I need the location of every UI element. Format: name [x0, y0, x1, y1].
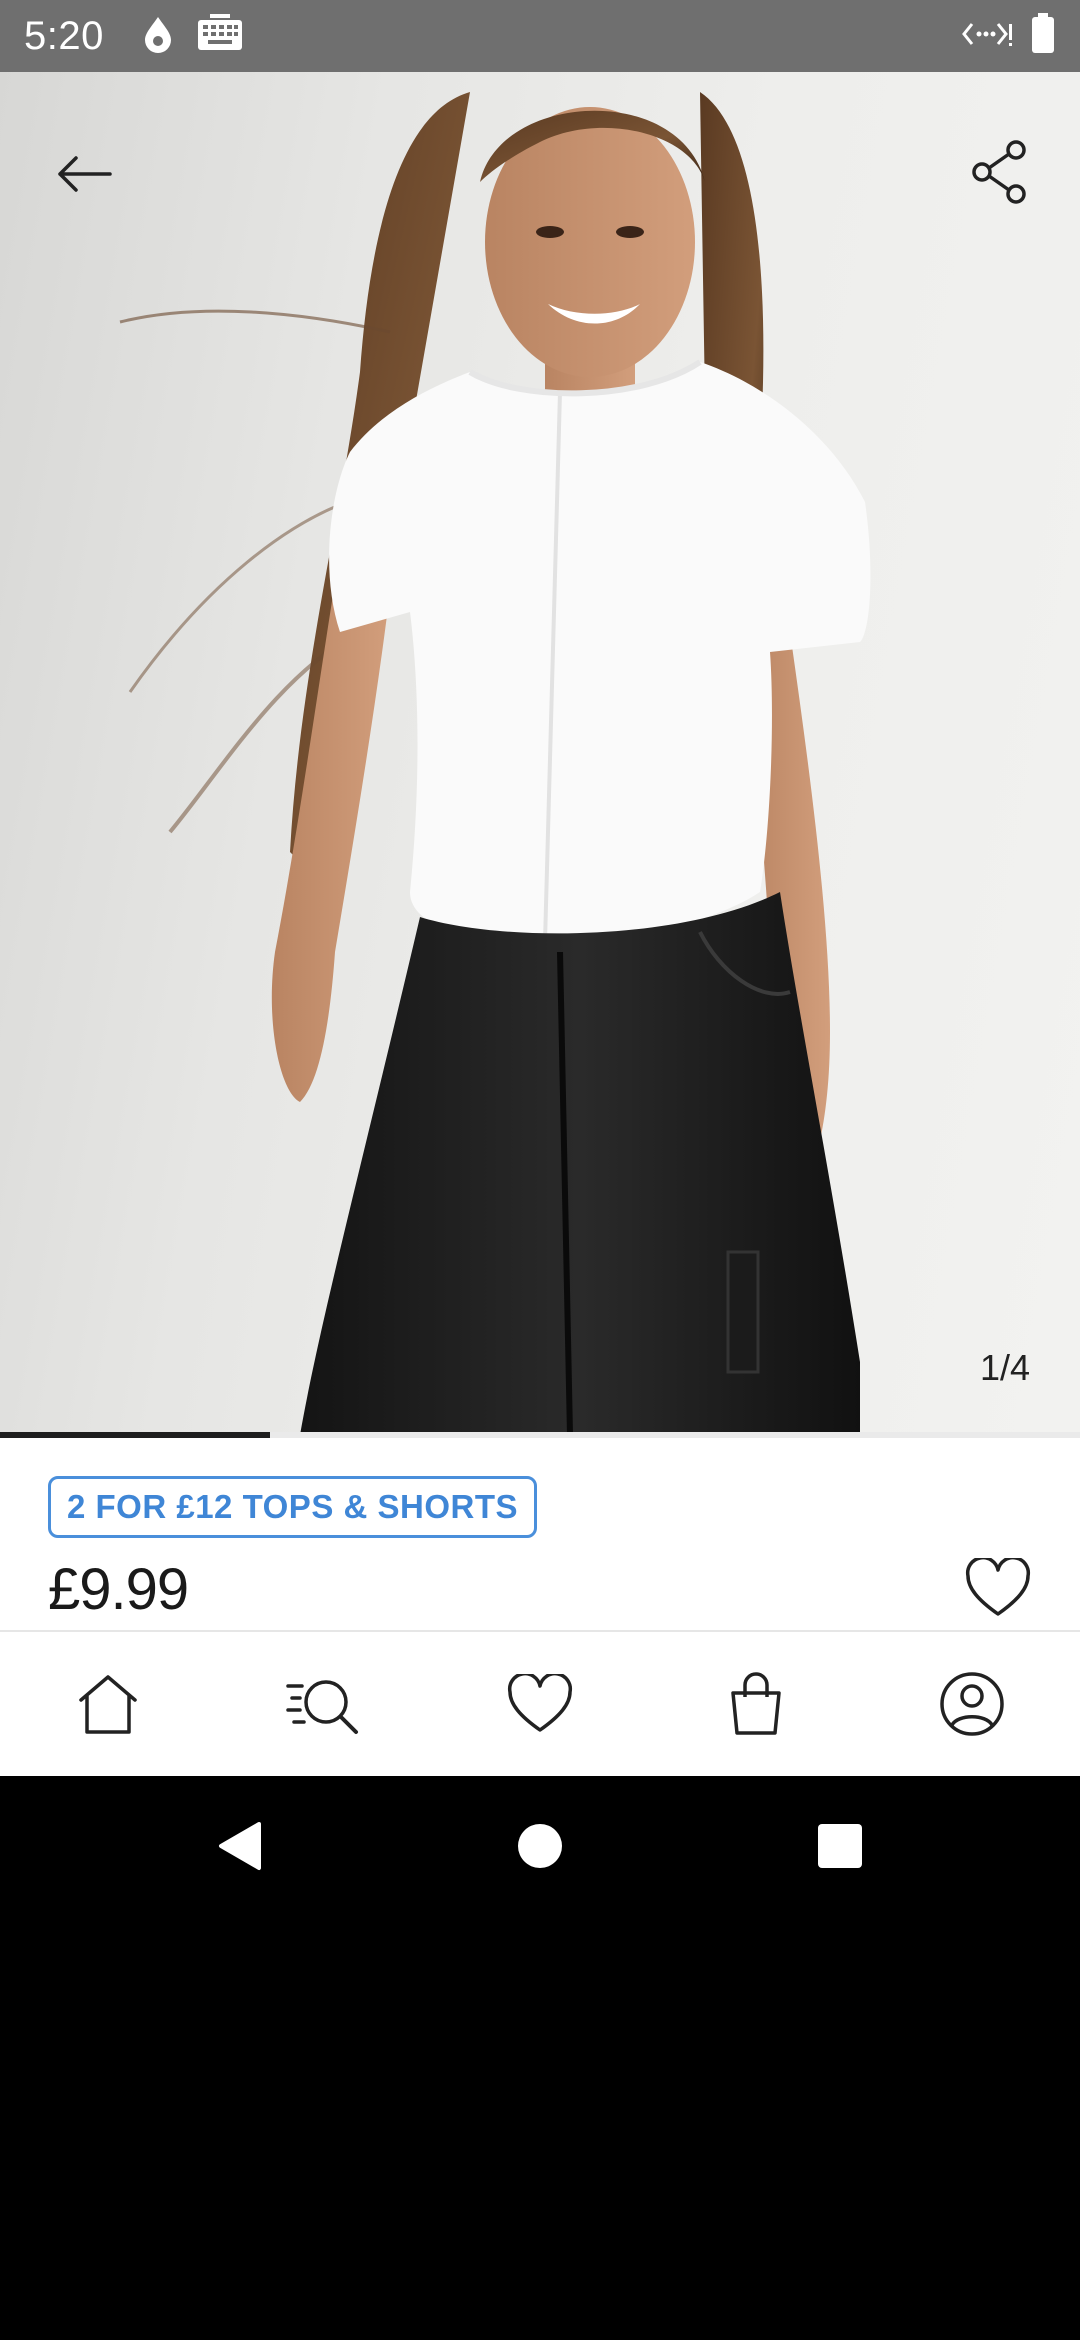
share-icon	[972, 140, 1026, 204]
promo-badge[interactable]: 2 FOR £12 TOPS & SHORTS	[48, 1476, 538, 1538]
status-bar: 5:20	[0, 0, 1080, 72]
status-left-icons	[140, 13, 244, 59]
wishlist-button[interactable]	[958, 1548, 1038, 1628]
search-icon	[286, 1680, 358, 1734]
nav-bag[interactable]	[696, 1644, 816, 1764]
product-price: £9.99	[48, 1557, 189, 1622]
keyboard-icon	[196, 13, 244, 59]
nav-wishlist[interactable]	[480, 1644, 600, 1764]
image-counter: 1/4	[979, 1347, 1030, 1388]
arrow-left-icon	[58, 156, 112, 192]
heart-icon	[965, 1558, 1031, 1616]
triangle-back-icon	[219, 1822, 261, 1870]
nav-home[interactable]	[48, 1644, 168, 1764]
product-photo	[119, 92, 871, 1435]
back-button[interactable]	[44, 134, 124, 214]
square-recents-icon	[818, 1824, 862, 1868]
data-saver-icon	[962, 16, 1014, 57]
system-home-button[interactable]	[505, 1811, 575, 1881]
system-back-button[interactable]	[205, 1811, 275, 1881]
battery-icon	[1030, 12, 1056, 60]
heart-icon	[507, 1674, 573, 1732]
circle-home-icon	[518, 1824, 562, 1868]
system-navigation-bar	[0, 1776, 1080, 1916]
product-info: 2 FOR £12 TOPS & SHORTS £9.99	[0, 1438, 1080, 1630]
bottom-navigation	[0, 1630, 1080, 1776]
nav-search[interactable]	[264, 1644, 384, 1764]
drop-icon	[140, 14, 176, 59]
home-icon	[79, 1675, 137, 1734]
nav-account[interactable]	[912, 1644, 1032, 1764]
product-image-gallery[interactable]: 1/4	[0, 72, 1080, 1435]
share-button[interactable]	[960, 132, 1040, 212]
system-recents-button[interactable]	[805, 1811, 875, 1881]
empty-area	[0, 1916, 1080, 2340]
screen: 5:20 1/4 2 FOR £12 TOPS & SHORTS £9.99	[0, 0, 1080, 2340]
account-icon	[940, 1672, 1004, 1736]
status-time: 5:20	[24, 13, 104, 58]
status-right	[962, 12, 1056, 60]
bag-icon	[731, 1672, 781, 1735]
